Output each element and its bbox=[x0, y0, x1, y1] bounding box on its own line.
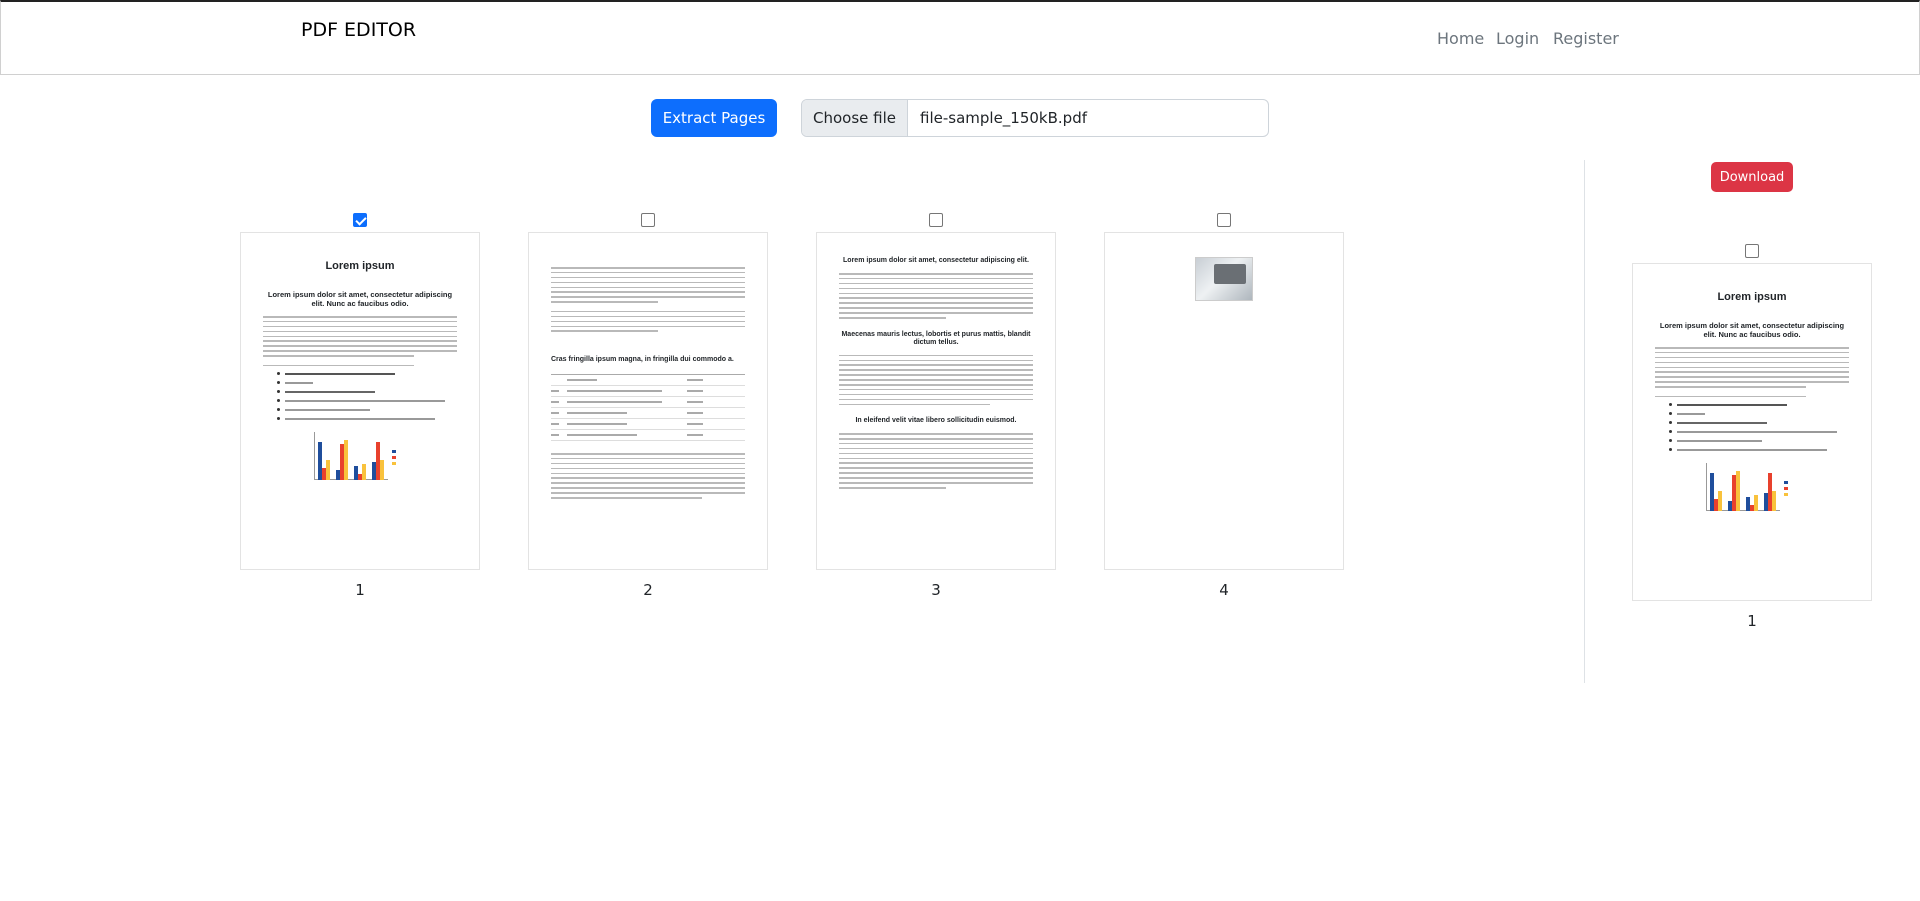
page-checkbox-1[interactable] bbox=[353, 213, 367, 227]
page-thumbnail-2[interactable]: Cras fringilla ipsum magna, in fringilla… bbox=[528, 232, 768, 570]
page-subheading: Lorem ipsum dolor sit amet, consectetur … bbox=[1659, 321, 1845, 339]
page-checkbox-3[interactable] bbox=[929, 213, 943, 227]
page-heading: Lorem ipsum dolor sit amet, consectetur … bbox=[843, 257, 1029, 264]
page-thumbnail-3[interactable]: Lorem ipsum dolor sit amet, consectetur … bbox=[816, 232, 1056, 570]
page-heading: Lorem ipsum bbox=[325, 260, 395, 272]
selected-page-thumbnail-1[interactable]: Lorem ipsum Lorem ipsum dolor sit amet, … bbox=[1632, 263, 1872, 601]
choose-file-button[interactable]: Choose file bbox=[802, 100, 908, 136]
nav-home[interactable]: Home bbox=[1437, 29, 1484, 48]
page-thumbnail-4[interactable] bbox=[1104, 232, 1344, 570]
nav-register[interactable]: Register bbox=[1553, 29, 1619, 48]
page-preview-content: Lorem ipsum dolor sit amet, consectetur … bbox=[839, 233, 1033, 569]
page-number-3: 3 bbox=[931, 581, 941, 599]
file-input[interactable]: Choose file file-sample_150kB.pdf bbox=[801, 99, 1269, 137]
page-preview-content: Lorem ipsum Lorem ipsum dolor sit amet, … bbox=[1655, 264, 1849, 600]
chart-image bbox=[1692, 461, 1812, 519]
page-heading: Cras fringilla ipsum magna, in fringilla… bbox=[551, 355, 734, 363]
brand-logo[interactable]: PDF EDITOR bbox=[301, 19, 416, 41]
page-number-2: 2 bbox=[643, 581, 653, 599]
page-subheading: Maecenas mauris lectus, lobortis et puru… bbox=[841, 330, 1031, 346]
laptop-photo-image bbox=[1195, 257, 1253, 301]
download-button[interactable]: Download bbox=[1711, 162, 1793, 192]
page-preview-content: Cras fringilla ipsum magna, in fringilla… bbox=[551, 233, 745, 569]
selected-page-checkbox-1[interactable] bbox=[1745, 244, 1759, 258]
page-heading: Lorem ipsum bbox=[1717, 291, 1787, 303]
nav-login[interactable]: Login bbox=[1496, 29, 1539, 48]
page-number-1: 1 bbox=[355, 581, 365, 599]
page-preview-content: Lorem ipsum Lorem ipsum dolor sit amet, … bbox=[263, 233, 457, 569]
toolbar: Extract Pages Choose file file-sample_15… bbox=[0, 99, 1920, 137]
page-subheading-2: In eleifend velit vitae libero sollicitu… bbox=[855, 417, 1017, 425]
table-preview bbox=[551, 373, 745, 441]
file-name-text: file-sample_150kB.pdf bbox=[920, 109, 1087, 127]
page-checkbox-2[interactable] bbox=[641, 213, 655, 227]
page-checkbox-4[interactable] bbox=[1217, 213, 1231, 227]
page-number-4: 4 bbox=[1219, 581, 1229, 599]
page-subheading: Lorem ipsum dolor sit amet, consectetur … bbox=[267, 290, 453, 308]
chart-image bbox=[300, 430, 420, 488]
page-thumbnail-1[interactable]: Lorem ipsum Lorem ipsum dolor sit amet, … bbox=[240, 232, 480, 570]
navbar: PDF EDITOR Home Login Register bbox=[0, 0, 1920, 75]
selected-page-number-1: 1 bbox=[1747, 612, 1757, 630]
panel-divider bbox=[1584, 160, 1585, 683]
extract-pages-button[interactable]: Extract Pages bbox=[651, 99, 777, 137]
